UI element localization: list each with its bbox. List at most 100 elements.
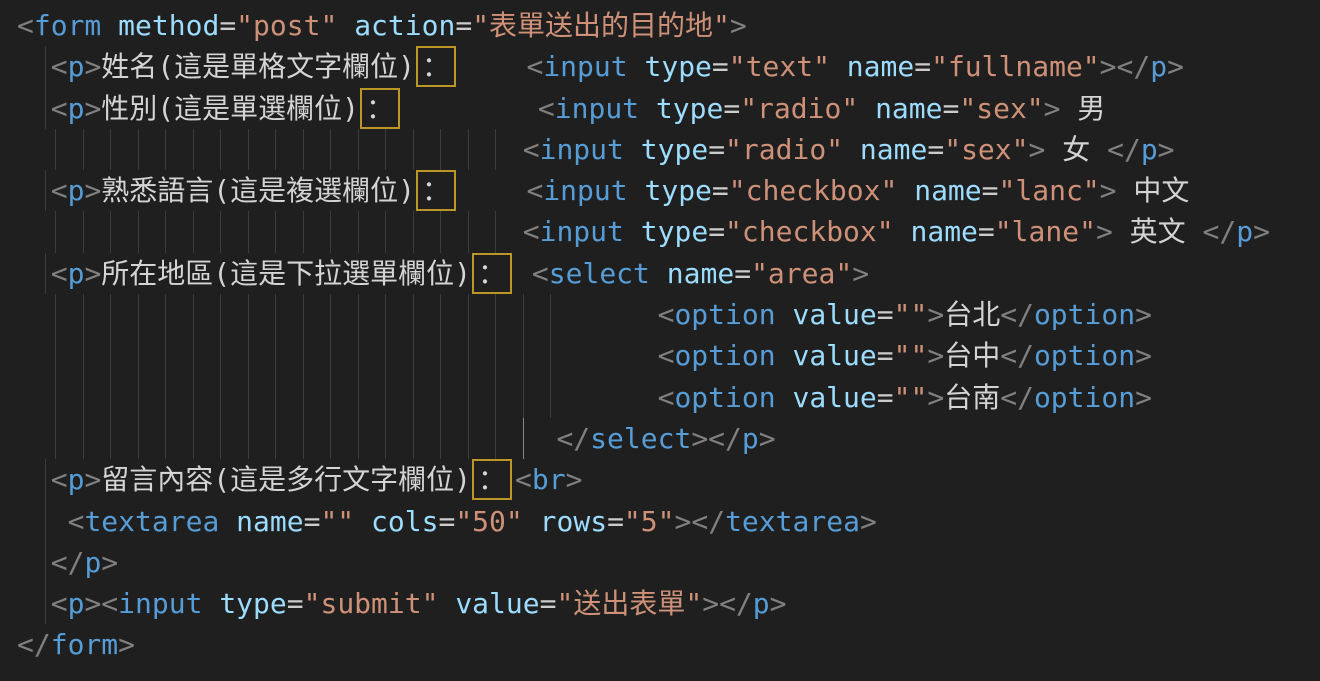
code-token-punctuation: >	[1135, 381, 1152, 414]
code-token-string: ""	[894, 339, 928, 372]
indent-guide-line	[165, 294, 166, 335]
indent-guide-line	[110, 377, 111, 418]
code-token-operator: =	[455, 9, 472, 42]
indent-guide-line	[220, 418, 221, 459]
code-token-punctuation: >	[691, 422, 708, 455]
indent-guide-line	[220, 211, 221, 252]
code-token-string: "text"	[729, 50, 830, 83]
code-token-text: 所在地區(這是下拉選單欄位)	[101, 257, 471, 290]
code-line: <input type="radio" name="sex"> 女 </p>	[0, 129, 1320, 170]
indent-guide-line	[358, 129, 359, 170]
code-token-operator: =	[540, 587, 557, 620]
indent-guide-line	[330, 418, 331, 459]
code-token-punctuation: >	[927, 298, 944, 331]
indent-guide-line	[193, 294, 194, 335]
indent-guide-line	[413, 418, 414, 459]
code-token-punctuation: >	[1167, 50, 1184, 83]
code-token-operator: =	[927, 133, 944, 166]
indent-guide-line	[193, 377, 194, 418]
code-token-whitespace	[17, 381, 658, 414]
code-token-string: ""	[894, 298, 928, 331]
code-token-attribute: type	[656, 92, 723, 125]
indent-guide-line	[385, 418, 386, 459]
code-token-text	[202, 587, 219, 620]
code-token-punctuation: >	[1100, 50, 1117, 83]
indent-guide-line	[303, 294, 304, 335]
code-token-punctuation: >	[852, 257, 869, 290]
code-token-tag: input	[118, 587, 202, 620]
code-token-text	[776, 339, 793, 372]
indent-guide-line	[385, 129, 386, 170]
unicode-highlight-colon: ：	[472, 459, 512, 500]
code-token-string: "post"	[236, 9, 337, 42]
code-token-attribute: type	[644, 50, 711, 83]
code-token-punctuation: <	[68, 505, 85, 538]
indent-guide-line	[45, 88, 46, 129]
code-token-punctuation: </	[1000, 298, 1034, 331]
code-editor[interactable]: <form method="post" action="表單送出的目的地"> <…	[0, 0, 1320, 681]
code-token-punctuation: </	[556, 422, 590, 455]
code-token-tag: p	[68, 587, 85, 620]
code-token-punctuation: >	[84, 257, 101, 290]
indent-guide-line	[440, 211, 441, 252]
indent-guide-line	[110, 211, 111, 252]
code-token-punctuation: </	[1000, 381, 1034, 414]
code-line: <p>姓名(這是單格文字欄位)： <input type="text" name…	[0, 46, 1320, 87]
code-line: <option value="">台中</option>	[0, 335, 1320, 376]
code-token-text	[438, 587, 455, 620]
code-token-attribute: name	[875, 92, 942, 125]
indent-guide-line	[495, 211, 496, 252]
code-line: <p>性別(這是單選欄位)： <input type="radio" name=…	[0, 88, 1320, 129]
code-token-whitespace	[17, 133, 523, 166]
code-token-punctuation: <	[538, 92, 555, 125]
code-token-tag: option	[674, 339, 775, 372]
code-token-punctuation: <	[532, 257, 549, 290]
code-token-tag: textarea	[725, 505, 860, 538]
code-token-string: ""	[320, 505, 354, 538]
code-token-tag: select	[549, 257, 650, 290]
indent-guide-line	[83, 418, 84, 459]
code-line: <p>所在地區(這是下拉選單欄位)： <select name="area">	[0, 253, 1320, 294]
code-token-string: "radio"	[725, 133, 843, 166]
indent-guide-line	[193, 211, 194, 252]
code-token-punctuation: <	[523, 133, 540, 166]
indent-guide-line	[45, 501, 46, 542]
code-token-whitespace	[515, 257, 532, 290]
indent-guide-line	[45, 253, 46, 294]
code-token-punctuation: <	[51, 174, 68, 207]
indent-guide-line	[330, 211, 331, 252]
code-token-attribute: type	[644, 174, 711, 207]
code-token-whitespace	[459, 50, 526, 83]
indent-guide-line	[275, 418, 276, 459]
code-token-text	[830, 50, 847, 83]
code-token-punctuation: <	[51, 463, 68, 496]
code-line: <p>熟悉語言(這是複選欄位)： <input type="checkbox" …	[0, 170, 1320, 211]
code-token-text	[776, 298, 793, 331]
indent-guide-line	[550, 377, 551, 418]
unicode-highlight-colon: ：	[360, 88, 400, 129]
indent-guide-line	[413, 335, 414, 376]
code-token-tag: input	[543, 50, 627, 83]
code-token-whitespace	[17, 215, 523, 248]
code-token-punctuation: <	[658, 381, 675, 414]
code-token-punctuation: >	[101, 546, 118, 579]
code-token-tag: p	[742, 422, 759, 455]
indent-guide-line	[110, 418, 111, 459]
code-token-operator: =	[978, 215, 995, 248]
indent-guide-line	[220, 335, 221, 376]
code-token-operator: =	[982, 174, 999, 207]
code-token-string: "submit"	[304, 587, 439, 620]
indent-guide-line	[138, 335, 139, 376]
code-token-text: 女	[1045, 133, 1107, 166]
code-token-text	[843, 133, 860, 166]
indent-guide-line	[45, 459, 46, 500]
code-token-string: "radio"	[740, 92, 858, 125]
code-token-whitespace	[403, 92, 538, 125]
code-token-string: "5"	[624, 505, 675, 538]
code-token-tag: p	[753, 587, 770, 620]
code-token-tag: p	[68, 50, 85, 83]
indent-guide-line	[468, 418, 469, 459]
code-token-attribute: value	[455, 587, 539, 620]
code-token-operator: =	[723, 92, 740, 125]
code-token-punctuation: <	[523, 215, 540, 248]
